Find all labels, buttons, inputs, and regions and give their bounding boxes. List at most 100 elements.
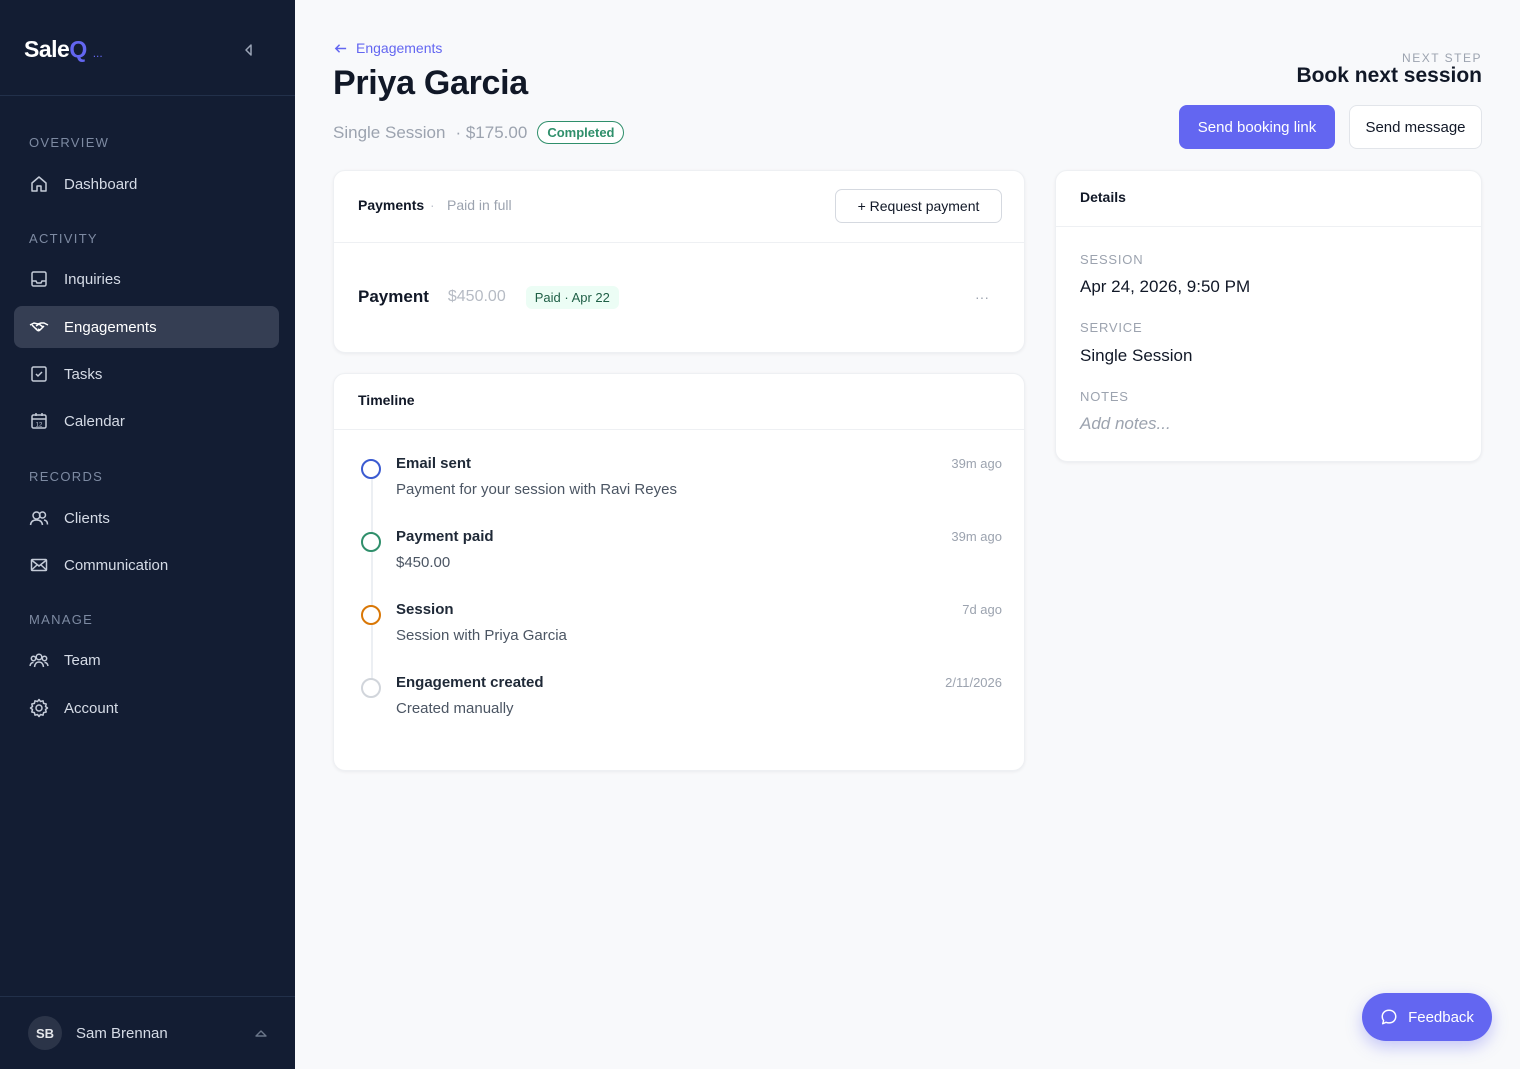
section-label-manage: MANAGE (29, 612, 94, 627)
team-icon (29, 650, 49, 670)
timeline-item: Session Session with Priya Garcia 7d ago (358, 601, 1002, 651)
sidebar-item-label: Team (64, 651, 101, 669)
next-step-label: NEXT STEP (1402, 51, 1482, 65)
gear-icon (29, 698, 49, 718)
sidebar-item-inquiries[interactable]: Inquiries (14, 258, 279, 300)
checkbox-icon (29, 364, 49, 384)
paid-badge: Paid · Apr 22 (525, 285, 619, 309)
brand-logo[interactable]: Sale Q... (24, 36, 103, 66)
sidebar-item-label: Tasks (64, 365, 103, 383)
timeline-item: Engagement created Created manually 2/11… (358, 674, 1002, 724)
section-label-records: RECORDS (29, 469, 104, 484)
timeline-item-time: 7d ago (962, 602, 1002, 617)
feedback-label: Feedback (1408, 1008, 1474, 1026)
sidebar-divider (0, 996, 295, 997)
more-options-icon[interactable]: ··· (972, 289, 992, 305)
next-step-title: Book next session (1296, 64, 1482, 87)
sidebar-item-account[interactable]: Account (14, 687, 279, 729)
sidebar-item-clients[interactable]: Clients (14, 497, 279, 539)
timeline-item-title: Session (396, 601, 454, 618)
sidebar-item-communication[interactable]: Communication (14, 544, 279, 586)
sidebar-item-label: Calendar (64, 412, 125, 430)
engagement-summary: Single Session · $175.00 Completed (333, 121, 625, 144)
timeline-header: Timeline (334, 374, 1024, 430)
sidebar-item-engagements[interactable]: Engagements (14, 306, 279, 348)
status-badge: Completed (537, 121, 625, 144)
calendar-icon: 12 (29, 411, 49, 431)
timeline-dot (361, 459, 381, 479)
timeline-item-description: Payment for your session with Ravi Reyes (396, 481, 677, 498)
service-price: · $175.00 (455, 122, 528, 142)
avatar: SB (28, 1016, 62, 1050)
timeline-item-time: 39m ago (951, 529, 1002, 544)
page-title: Priya Garcia (333, 64, 528, 102)
timeline-dot (361, 532, 381, 552)
sidebar-item-team[interactable]: Team (14, 639, 279, 681)
timeline-item-description: Session with Priya Garcia (396, 627, 567, 644)
service-value: Single Session (1080, 346, 1193, 365)
mail-icon (29, 555, 49, 575)
brand-accent: Q (69, 36, 87, 62)
chevron-left-icon (245, 44, 252, 56)
timeline-item-title: Engagement created (396, 674, 544, 691)
timeline-item-time: 2/11/2026 (945, 675, 1002, 690)
sidebar-item-label: Dashboard (64, 175, 138, 193)
chat-bubble-icon (1381, 1009, 1397, 1025)
arrow-left-icon (334, 43, 347, 53)
breadcrumb-back-link[interactable]: Engagements (333, 40, 442, 56)
user-name: Sam Brennan (76, 1024, 168, 1042)
session-value: Apr 24, 2026, 9:50 PM (1080, 277, 1251, 296)
service-label: SERVICE (1080, 320, 1143, 335)
breadcrumb-label: Engagements (356, 40, 443, 56)
sidebar-divider (0, 95, 295, 96)
payment-amount: $450.00 (447, 288, 506, 305)
handshake-icon (29, 317, 49, 337)
timeline-item-description: $450.00 (396, 554, 451, 571)
timeline-item: Payment paid $450.00 39m ago (358, 528, 1002, 578)
users-icon (29, 508, 49, 528)
sidebar-item-calendar[interactable]: 12 Calendar (14, 400, 279, 442)
payment-name: Payment (358, 287, 429, 306)
timeline-connector (371, 474, 373, 689)
timeline-title: Timeline (358, 392, 415, 408)
user-menu[interactable]: SB Sam Brennan (28, 1016, 268, 1050)
timeline-card: Timeline Email sent Payment for your ses… (333, 373, 1025, 771)
service-name: Single Session (333, 122, 446, 142)
details-title: Details (1080, 189, 1126, 205)
payments-status: Paid in full (447, 197, 512, 213)
sidebar-item-label: Account (64, 699, 119, 717)
sidebar-item-label: Communication (64, 556, 169, 574)
sidebar-item-tasks[interactable]: Tasks (14, 353, 279, 395)
notes-label: NOTES (1080, 389, 1129, 404)
timeline-item-title: Email sent (396, 455, 472, 472)
payments-title: Payments (358, 197, 425, 213)
sidebar-item-dashboard[interactable]: Dashboard (14, 163, 279, 205)
notes-field[interactable]: Add notes... (1080, 414, 1171, 434)
timeline-item: Email sent Payment for your session with… (358, 455, 1002, 505)
inbox-icon (29, 269, 49, 289)
timeline-item-title: Payment paid (396, 528, 494, 545)
request-payment-button[interactable]: + Request payment (835, 189, 1002, 223)
sidebar-item-label: Inquiries (64, 270, 121, 288)
timeline-item-time: 39m ago (951, 456, 1002, 471)
section-label-overview: OVERVIEW (29, 135, 110, 150)
timeline-item-description: Created manually (396, 700, 514, 717)
chevron-up-icon (254, 1026, 268, 1040)
payments-header: Payments · Paid in full + Request paymen… (334, 171, 1024, 243)
feedback-button[interactable]: Feedback (1362, 993, 1492, 1041)
brand-name: Sale (24, 36, 70, 62)
timeline-dot (361, 678, 381, 698)
collapse-sidebar-button[interactable] (238, 40, 258, 60)
send-booking-link-button[interactable]: Send booking link (1179, 105, 1335, 149)
sidebar: Sale Q... OVERVIEW Dashboard ACTIVITY Inq… (0, 0, 295, 1069)
sidebar-item-label: Engagements (64, 318, 157, 336)
payments-card: Payments · Paid in full + Request paymen… (333, 170, 1025, 353)
payment-row: Payment $450.00 Paid · Apr 22 ··· (358, 284, 1002, 310)
session-label: SESSION (1080, 252, 1144, 267)
timeline-dot (361, 605, 381, 625)
brand-dots: ... (92, 46, 103, 60)
details-card: Details SESSION Apr 24, 2026, 9:50 PM SE… (1055, 170, 1482, 462)
send-message-button[interactable]: Send message (1349, 105, 1482, 149)
separator-dot: · (430, 197, 435, 213)
svg-text:12: 12 (36, 423, 43, 429)
